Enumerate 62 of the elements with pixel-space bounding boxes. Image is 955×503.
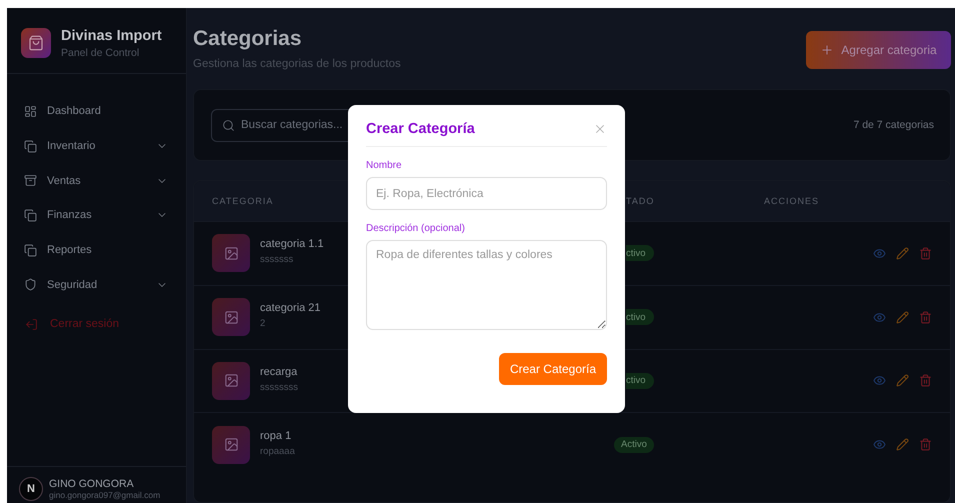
category-name: categoria 21 (260, 302, 321, 314)
category-description: ropaaaa (260, 446, 295, 457)
bag-logo-icon (21, 28, 51, 58)
category-name: recarga (260, 366, 298, 378)
image-icon (212, 298, 250, 336)
pencil-icon[interactable] (896, 246, 909, 260)
pencil-icon[interactable] (896, 310, 909, 324)
category-description: 2 (260, 318, 266, 330)
category-count: 7 de 7 categorias (853, 119, 934, 131)
image-icon (212, 426, 250, 464)
user-name: GINO GONGORA (49, 478, 135, 490)
category-description: ssssssss (260, 382, 298, 393)
category-description: sssssss (260, 254, 294, 266)
column-header: CATEGORIA (212, 196, 274, 206)
field-label: Descripción (opcional) (366, 223, 466, 234)
user-email: gino.gongora097@gmail.com (49, 490, 160, 500)
category-name: categoria 1.1 (260, 238, 324, 250)
search-icon (222, 118, 235, 132)
sidebar-item[interactable]: Seguridad (24, 267, 186, 302)
eye-icon[interactable] (873, 246, 886, 260)
dashboard-icon (24, 104, 37, 118)
brand-title: Divinas Import (61, 28, 162, 44)
category-name: ropa 1 (260, 430, 292, 442)
trash-icon[interactable] (919, 246, 932, 260)
trash-icon[interactable] (919, 310, 932, 324)
copy-icon (24, 140, 37, 153)
trash-icon[interactable] (919, 438, 932, 452)
page-title: Categorias (193, 27, 303, 51)
image-icon (212, 234, 250, 272)
plus-icon (820, 43, 834, 57)
eye-icon[interactable] (873, 374, 886, 388)
sidebar-item[interactable]: Finanzas (24, 198, 186, 233)
column-header: TADO (626, 196, 656, 206)
pencil-icon[interactable] (896, 438, 909, 452)
status-badge: Activo (614, 436, 654, 453)
add-category-button[interactable]: Agregar categoria (806, 31, 951, 69)
status-badge: ctivo (626, 372, 654, 389)
trash-icon[interactable] (919, 374, 932, 388)
archive-icon (24, 174, 37, 188)
copy-icon (24, 244, 37, 257)
eye-icon[interactable] (873, 438, 886, 452)
sidebar-item[interactable]: Dashboard (24, 94, 186, 129)
close-icon[interactable] (593, 122, 607, 136)
user-avatar: N (19, 477, 43, 501)
submit-button[interactable]: Crear Categoría (498, 353, 607, 385)
text-area[interactable]: Ropa de diferentes tallas y colores (366, 240, 607, 330)
field-label: Nombre (366, 160, 403, 171)
pencil-icon[interactable] (896, 374, 909, 388)
eye-icon[interactable] (873, 310, 886, 324)
input-field[interactable]: Ej. Ropa, Electrónica (366, 177, 607, 210)
status-badge: ctivo (626, 245, 654, 262)
shield-icon (24, 278, 37, 292)
brand-subtitle: Panel de Control (61, 47, 140, 59)
logout-icon (25, 318, 38, 331)
sidebar-item[interactable]: Reportes (24, 232, 186, 268)
status-badge: ctivo (626, 309, 654, 326)
image-icon (212, 362, 250, 400)
column-header: ACCIONES (764, 196, 820, 206)
copy-icon (24, 208, 37, 222)
page-subtitle: Gestiona las categorias de los productos (193, 58, 401, 70)
sidebar-item[interactable]: Ventas (24, 163, 186, 198)
sidebar-item[interactable]: Inventario (24, 128, 186, 164)
